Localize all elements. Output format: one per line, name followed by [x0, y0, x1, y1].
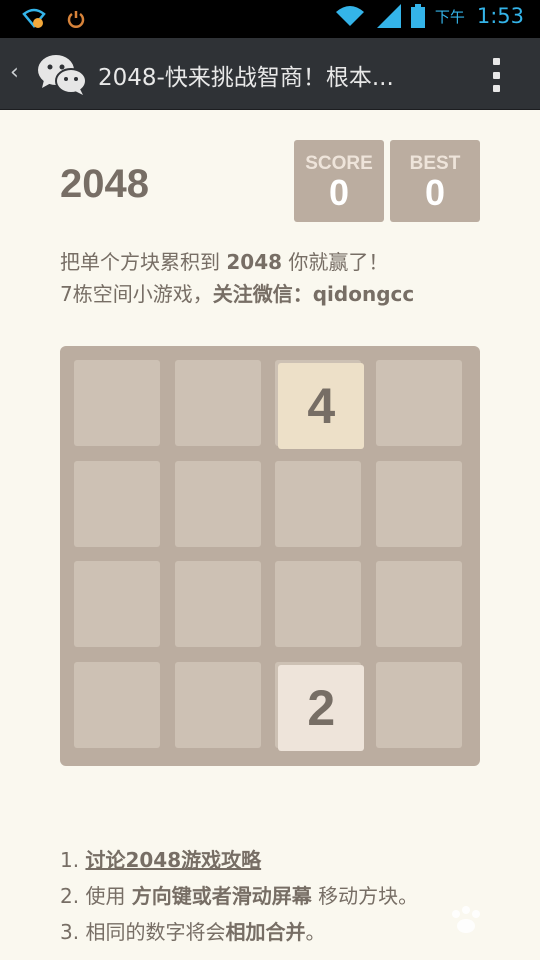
status-time: 1:53: [476, 4, 524, 28]
tile-4: 4: [278, 363, 365, 449]
intro-wechat-id: 关注微信：qidongcc: [212, 282, 415, 306]
instruction-3-text: 3. 相同的数字将会: [60, 920, 226, 944]
baidu-watermark-icon: [452, 906, 480, 933]
score-box: SCORE 0: [294, 140, 384, 222]
status-ampm: 下午: [434, 7, 465, 26]
instruction-1-number: 1.: [60, 848, 86, 872]
grid-cell: [376, 561, 462, 648]
grid-cell: [74, 561, 160, 648]
status-left-icons: [22, 8, 86, 30]
grid-cell: [74, 360, 160, 446]
wifi-icon: [335, 6, 364, 26]
tile-2: 2: [278, 665, 365, 751]
game-title: 2048: [60, 162, 149, 206]
grid-cell: [275, 561, 362, 648]
app-bar-title: 2048-快来挑战智商！根本...: [98, 65, 394, 91]
grid-cell: [275, 460, 362, 547]
instruction-1: 1. 讨论2048游戏攻略: [60, 842, 418, 878]
grid-cell: [74, 460, 160, 547]
status-bar: 下午 1:53: [0, 0, 540, 38]
instruction-2-bold: 方向键或者滑动屏幕: [131, 884, 312, 908]
intro-goal: 2048: [226, 250, 283, 274]
instructions: 1. 讨论2048游戏攻略 2. 使用 方向键或者滑动屏幕 移动方块。 3. 相…: [60, 842, 418, 950]
game-intro: 把单个方块累积到 2048 你就赢了！ 7栋空间小游戏，关注微信：qidongc…: [60, 246, 414, 310]
grid-cell: [174, 662, 261, 748]
game-board[interactable]: 42: [60, 346, 480, 766]
best-score-box: BEST 0: [390, 140, 480, 222]
instruction-3: 3. 相同的数字将会相加合并。: [60, 914, 418, 950]
intro-line-1-end: 你就赢了！: [282, 250, 389, 274]
status-right-icons: 下午 1:53: [335, 4, 524, 28]
grid-cell: [174, 460, 261, 547]
wechat-logo-icon[interactable]: [36, 52, 88, 96]
best-value: 0: [424, 172, 446, 213]
overflow-menu-icon[interactable]: [491, 58, 501, 92]
instruction-2-text: 2. 使用: [60, 884, 132, 908]
instruction-3-bold: 相加合并: [225, 920, 306, 944]
score-value: 0: [328, 172, 350, 213]
grid-cell: [174, 360, 261, 446]
instruction-2: 2. 使用 方向键或者滑动屏幕 移动方块。: [60, 878, 418, 914]
notification-icon: [22, 8, 46, 28]
intro-line-1-text: 把单个方块累积到: [60, 250, 227, 274]
grid-cell: [376, 460, 462, 547]
app-bar: ‹ 2048-快来挑战智商！根本...: [0, 38, 540, 110]
grid-cell: [74, 662, 160, 748]
grid-cell: [376, 662, 462, 748]
strategy-discussion-link[interactable]: 讨论2048游戏攻略: [85, 848, 261, 872]
power-icon: [67, 11, 85, 28]
intro-line-2: 7栋空间小游戏，关注微信：qidongcc: [60, 278, 414, 310]
intro-line-1: 把单个方块累积到 2048 你就赢了！: [60, 246, 414, 278]
instruction-3-end: 。: [305, 920, 326, 944]
battery-icon: [410, 4, 425, 28]
intro-line-2-text: 7栋空间小游戏，: [60, 282, 213, 306]
back-chevron-icon[interactable]: ‹: [10, 60, 19, 85]
grid-cell: [376, 360, 462, 446]
grid-cell: [174, 561, 261, 648]
signal-icon: [376, 4, 401, 28]
